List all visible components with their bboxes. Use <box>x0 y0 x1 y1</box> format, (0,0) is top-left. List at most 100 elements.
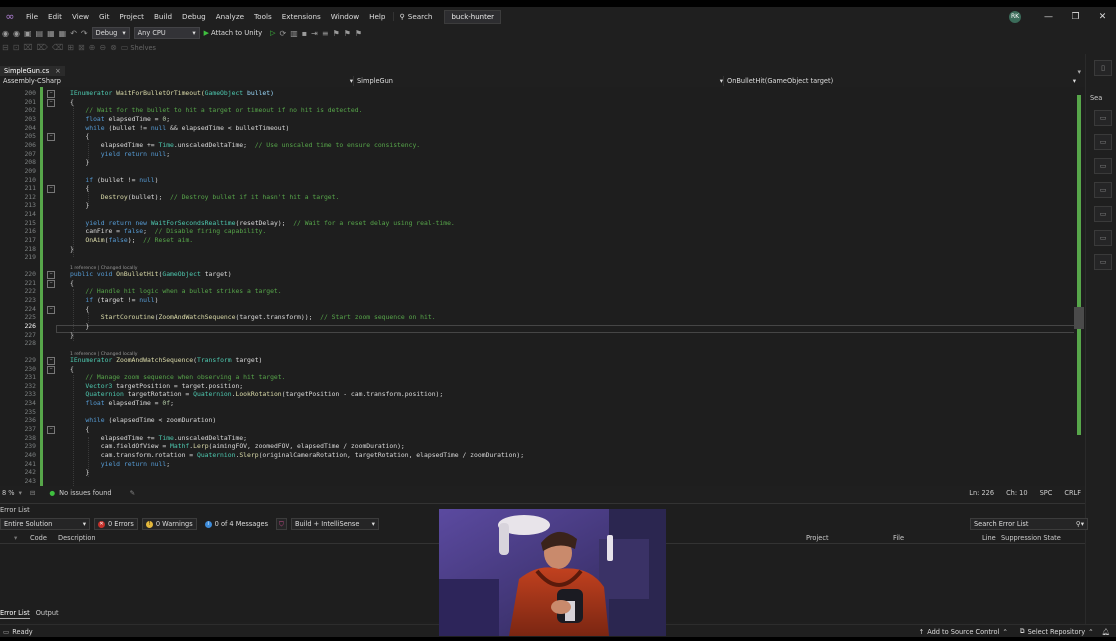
close-icon[interactable]: ✕ <box>1089 12 1116 22</box>
menu-help[interactable]: Help <box>364 12 390 21</box>
tab-simplegun[interactable]: SimpleGun.cs × <box>0 66 65 76</box>
solution-explorer-icon[interactable]: ▥ <box>290 29 298 38</box>
back-icon[interactable]: ◉ <box>2 29 9 38</box>
panel-icon[interactable]: ▭ <box>1094 254 1112 270</box>
attach-to-unity-button[interactable]: Attach to Unity <box>211 29 262 37</box>
add-to-source-control-button[interactable]: Add to Source Control <box>927 628 999 636</box>
fold-toggle-icon[interactable]: − <box>47 98 55 107</box>
toolbar-icon-9[interactable]: ⊖ <box>99 43 106 52</box>
column-line[interactable]: Line <box>982 534 996 542</box>
save-all-icon[interactable]: ▦ <box>59 29 67 38</box>
new-project-icon[interactable]: ▣ <box>24 29 32 38</box>
hot-reload-icon[interactable]: ⟳ <box>279 29 286 38</box>
search-button[interactable]: ⚲ Search <box>392 12 439 21</box>
toolbar-icon-5[interactable]: ⌫ <box>52 43 63 52</box>
panel-icon[interactable]: ▭ <box>1094 134 1112 150</box>
tab-output[interactable]: Output <box>36 609 59 619</box>
fold-toggle-icon[interactable]: − <box>47 279 55 288</box>
notifications-icon[interactable]: 🔔︎ <box>1102 628 1110 636</box>
avatar[interactable]: RK <box>1009 10 1021 23</box>
toolbar-icon-4[interactable]: ⌦ <box>37 43 48 52</box>
panel-icon[interactable]: ▭ <box>1094 206 1112 222</box>
sort-icon[interactable]: ▾ <box>14 534 17 542</box>
redo-icon[interactable]: ↷ <box>81 29 88 38</box>
codelens-references[interactable]: 1 reference | Changed locally <box>70 351 137 358</box>
toolbar-icon-2[interactable]: ⊡ <box>13 43 20 52</box>
line-number[interactable]: Ln: 226 <box>969 489 994 497</box>
bookmark-icon[interactable]: ⚑ <box>333 29 340 38</box>
bookmark-next-icon[interactable]: ⚑ <box>355 29 362 38</box>
column-project[interactable]: Project <box>806 534 829 542</box>
panel-icon[interactable]: ▭ <box>1094 182 1112 198</box>
shelves-label[interactable]: Shelves <box>130 44 156 52</box>
fold-toggle-icon[interactable]: − <box>47 356 55 365</box>
menu-debug[interactable]: Debug <box>177 12 211 21</box>
menu-analyze[interactable]: Analyze <box>211 12 249 21</box>
fold-toggle-icon[interactable]: − <box>47 133 55 142</box>
step-icon[interactable]: ⇥ <box>311 29 318 38</box>
scope-dropdown[interactable]: Entire Solution ▾ <box>0 518 90 530</box>
menu-build[interactable]: Build <box>149 12 177 21</box>
type-dropdown[interactable]: SimpleGun ▾ <box>354 76 724 86</box>
search-panel-label[interactable]: Sea <box>1090 94 1102 102</box>
panel-icon[interactable]: ▭ <box>1094 230 1112 246</box>
tab-error-list[interactable]: Error List <box>0 609 30 619</box>
bookmark-prev-icon[interactable]: ⚑ <box>344 29 351 38</box>
filter-icon[interactable]: ⛉ <box>276 518 287 530</box>
close-icon[interactable]: × <box>55 67 61 75</box>
toolbar-icon-8[interactable]: ⊕ <box>89 43 96 52</box>
arrange-icon[interactable]: ⊟ <box>30 489 36 497</box>
fold-toggle-icon[interactable]: − <box>47 271 55 279</box>
start-without-debugging-icon[interactable]: ▷ <box>270 29 275 37</box>
column-description[interactable]: Description <box>58 534 96 542</box>
minimize-icon[interactable]: — <box>1035 12 1062 22</box>
undo-icon[interactable]: ↶ <box>70 29 77 38</box>
fold-toggle-icon[interactable]: − <box>47 305 55 314</box>
fold-toggle-icon[interactable]: − <box>47 365 55 374</box>
menu-project[interactable]: Project <box>114 12 149 21</box>
search-error-list-input[interactable]: Search Error List ⚲▾ <box>970 518 1088 530</box>
column-file[interactable]: File <box>893 534 904 542</box>
restore-icon[interactable]: ❐ <box>1062 12 1089 22</box>
column-suppression-state[interactable]: Suppression State <box>1001 534 1061 542</box>
errors-filter-button[interactable]: ✕ 0 Errors <box>94 518 138 530</box>
toolbar-icon-6[interactable]: ⊞ <box>67 43 74 52</box>
zoom-level[interactable]: 8 % <box>2 489 15 497</box>
codelens-references[interactable]: 1 reference | Changed locally <box>70 265 137 272</box>
toolbar-icon-1[interactable]: ⊟ <box>2 43 9 52</box>
brush-icon[interactable]: ✎ <box>130 489 136 497</box>
menu-file[interactable]: File <box>21 12 43 21</box>
toolbar-icon-3[interactable]: ⌧ <box>23 43 32 52</box>
comment-icon[interactable]: ≡ <box>322 29 329 38</box>
messages-filter-button[interactable]: i 0 of 4 Messages <box>201 518 272 530</box>
save-icon[interactable]: ▦ <box>47 29 55 38</box>
warnings-filter-button[interactable]: ! 0 Warnings <box>141 518 197 530</box>
issues-label[interactable]: No issues found <box>59 489 111 497</box>
column-number[interactable]: Ch: 10 <box>1006 489 1028 497</box>
fold-toggle-icon[interactable]: − <box>47 426 55 435</box>
fold-toggle-icon[interactable]: − <box>47 185 55 194</box>
menu-view[interactable]: View <box>67 12 94 21</box>
menu-tools[interactable]: Tools <box>249 12 277 21</box>
platform-dropdown[interactable]: Any CPU ▾ <box>133 27 200 39</box>
start-debugging-icon[interactable]: ▶ <box>204 29 209 37</box>
menu-extensions[interactable]: Extensions <box>277 12 326 21</box>
menu-edit[interactable]: Edit <box>43 12 67 21</box>
fold-toggle-icon[interactable]: − <box>47 90 55 98</box>
menu-window[interactable]: Window <box>326 12 364 21</box>
code-editor[interactable]: 200 IEnumerator WaitForBulletOrTimeout(Ga… <box>0 87 1085 486</box>
project-dropdown[interactable]: Assembly-CSharp ▾ <box>0 76 354 86</box>
breakpoint-icon[interactable]: ▪ <box>302 29 307 38</box>
tab-overflow-icon[interactable]: ▾ <box>1077 68 1081 76</box>
configuration-dropdown[interactable]: Debug ▾ <box>91 27 130 39</box>
open-folder-icon[interactable]: ▤ <box>36 29 44 38</box>
build-filter-dropdown[interactable]: Build + IntelliSense ▾ <box>290 518 379 530</box>
panel-icon[interactable]: ▯ <box>1094 60 1112 76</box>
whitespace-mode[interactable]: SPC <box>1040 489 1053 497</box>
toolbar-icon-10[interactable]: ⊗ <box>110 43 117 52</box>
panel-icon[interactable]: ▭ <box>1094 158 1112 174</box>
member-dropdown[interactable]: OnBulletHit(GameObject target) ▾ <box>724 76 1076 86</box>
chevron-down-icon[interactable]: ▾ <box>19 489 22 497</box>
column-code[interactable]: Code <box>30 534 47 542</box>
select-repository-button[interactable]: Select Repository <box>1028 628 1086 636</box>
